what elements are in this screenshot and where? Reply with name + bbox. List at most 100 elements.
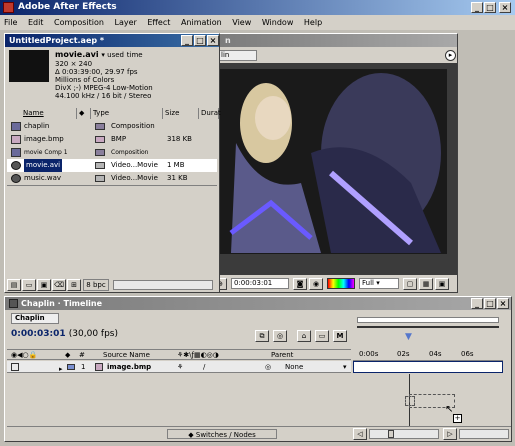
switches-modes-toggle[interactable]: ◆ Switches / Nodes xyxy=(167,429,277,439)
parent-dropdown-arrow-icon[interactable]: ▾ xyxy=(343,361,347,373)
menu-edit[interactable]: Edit xyxy=(24,18,48,27)
time-navigator-bar[interactable] xyxy=(357,317,499,323)
menu-view[interactable]: View xyxy=(228,18,255,27)
color-channels-icon[interactable] xyxy=(327,278,355,289)
new-composition-icon[interactable]: ▣ xyxy=(37,279,51,291)
menu-composition[interactable]: Composition xyxy=(50,18,108,27)
ruler-tick-4: 04s xyxy=(429,350,442,358)
region-of-interest-icon[interactable]: ▢ xyxy=(403,278,417,290)
layer-label-swatch[interactable] xyxy=(67,364,75,370)
flowchart-icon[interactable]: ⊞ xyxy=(67,279,81,291)
menu-file[interactable]: File xyxy=(0,18,21,27)
new-folder-icon[interactable]: ▭ xyxy=(22,279,36,291)
info-colors: Millions of Colors xyxy=(55,76,115,84)
drag-preview-small xyxy=(405,396,415,406)
column-name[interactable]: Name xyxy=(7,108,77,119)
list-item-selected[interactable]: movie.avi Video...Movie 1 MB xyxy=(7,159,217,172)
project-title: UntitledProject.aep * xyxy=(9,36,105,45)
project-close-button[interactable]: × xyxy=(207,35,219,46)
trash-icon[interactable]: ⌫ xyxy=(52,279,66,291)
timeline-minimize-button[interactable]: _ xyxy=(471,298,483,309)
list-item[interactable]: image.bmp BMP 318 KB xyxy=(7,133,217,146)
column-type[interactable]: Type xyxy=(91,108,163,119)
comp-menu-arrow-icon[interactable]: ▸ xyxy=(445,50,456,61)
preview-used: used xyxy=(107,51,124,59)
cursor-add-icon: + xyxy=(453,414,462,423)
comp-marker-icon[interactable]: ⧉ xyxy=(255,330,269,342)
composition-icon xyxy=(11,122,21,131)
label-column-icon: ◆ xyxy=(65,351,71,359)
timeline-horizontal-scrollbar[interactable] xyxy=(459,429,509,439)
interpret-footage-icon[interactable]: ▤ xyxy=(7,279,21,291)
hide-shy-icon[interactable]: ⌂ xyxy=(297,330,311,342)
layer-name[interactable]: image.bmp xyxy=(107,361,151,373)
timeline-maximize-button[interactable]: □ xyxy=(484,298,496,309)
close-button[interactable]: × xyxy=(499,2,511,13)
draft-3d-icon[interactable]: ◎ xyxy=(273,330,287,342)
resolution-value: Full xyxy=(362,279,374,287)
minimize-button[interactable]: _ xyxy=(471,2,483,13)
comp-tab[interactable]: lin xyxy=(217,50,257,61)
item-size: 31 KB xyxy=(167,174,188,182)
transparency-grid-icon[interactable]: ▦ xyxy=(419,278,433,290)
maximize-button[interactable]: □ xyxy=(484,2,496,13)
label-swatch xyxy=(95,175,105,182)
project-horizontal-scrollbar[interactable] xyxy=(113,280,213,290)
timeline-tab[interactable]: Chaplin xyxy=(11,313,59,324)
timeline-timecode[interactable]: 0:00:03:01 (30,00 fps) xyxy=(11,329,118,339)
column-parent[interactable]: Parent xyxy=(271,350,293,360)
timeline-close-button[interactable]: × xyxy=(497,298,509,309)
list-item[interactable]: chaplin Composition xyxy=(7,120,217,133)
ruler-tick-2: 02s xyxy=(397,350,410,358)
comp-timecode-field[interactable]: 0:00:03:01 xyxy=(231,278,289,289)
menu-effect[interactable]: Effect xyxy=(143,18,174,27)
list-item[interactable]: music.wav Video...Movie 31 KB xyxy=(7,172,217,185)
menu-animation[interactable]: Animation xyxy=(177,18,226,27)
menu-help[interactable]: Help xyxy=(300,18,326,27)
list-item[interactable]: movie Comp 1 Composition xyxy=(7,146,217,159)
parent-dropdown[interactable]: None xyxy=(285,361,303,373)
composition-window: n lin ▸ ⊕ 0:00:03:01 ◙ ◉ Full ▾ ▢ ▦ ▣ xyxy=(210,33,458,293)
timeline-window-icon xyxy=(9,299,18,308)
color-depth-button[interactable]: 8 bpc xyxy=(83,279,109,291)
switches-modes-label: Switches / Nodes xyxy=(195,431,256,439)
zoom-in-icon[interactable]: ▷ xyxy=(443,428,457,440)
project-list-empty-area xyxy=(7,185,217,277)
preview-thumbnail xyxy=(9,50,49,82)
project-minimize-button[interactable]: _ xyxy=(181,35,193,46)
snapshot-icon[interactable]: ◙ xyxy=(293,278,307,290)
layer-duration-bar[interactable] xyxy=(353,361,503,373)
show-snapshot-icon[interactable]: ◉ xyxy=(309,278,323,290)
motion-blur-icon[interactable]: M xyxy=(333,330,347,342)
column-duration[interactable]: Durat xyxy=(199,108,221,119)
timeline-zoom-slider[interactable] xyxy=(369,429,439,439)
parent-pickwhip-icon[interactable]: ◎ xyxy=(265,361,271,373)
av-switches-icon: ◉◀○🔒 xyxy=(11,351,38,359)
item-size: 1 MB xyxy=(167,161,185,169)
column-type-label: Type xyxy=(93,109,110,117)
menu-layer[interactable]: Layer xyxy=(111,18,141,27)
menu-window[interactable]: Window xyxy=(258,18,298,27)
layer-quality-icon[interactable]: ⚘ xyxy=(177,361,183,373)
column-source-name[interactable]: Source Name xyxy=(103,350,150,360)
label-swatch xyxy=(95,162,105,169)
label-swatch xyxy=(95,123,105,130)
video-toggle-icon[interactable] xyxy=(11,363,19,371)
layer-row[interactable]: ▸ 1 image.bmp ⚘ / ◎ None ▾ xyxy=(7,361,351,373)
zoom-out-icon[interactable]: ◁ xyxy=(353,428,367,440)
pixel-aspect-icon[interactable]: ▣ xyxy=(435,278,449,290)
layer-switch-slash-icon[interactable]: / xyxy=(203,361,205,373)
current-time-indicator-icon[interactable]: ▼ xyxy=(405,332,412,342)
zoom-slider-handle[interactable] xyxy=(388,430,394,438)
time-ruler[interactable]: 0:00s 02s 04s 06s xyxy=(353,345,503,361)
column-label[interactable]: ◆ xyxy=(77,108,91,119)
work-area-bar[interactable] xyxy=(357,326,499,328)
resolution-dropdown[interactable]: Full ▾ xyxy=(359,278,399,289)
timeline-timecode-value: 0:00:03:01 xyxy=(11,329,66,339)
project-maximize-button[interactable]: □ xyxy=(194,35,206,46)
item-name: chaplin xyxy=(24,122,50,130)
frame-blend-icon[interactable]: ▭ xyxy=(315,330,329,342)
timeline-title: Chaplin · Timeline xyxy=(21,299,103,308)
item-type: BMP xyxy=(111,135,127,143)
column-size[interactable]: Size xyxy=(163,108,199,119)
